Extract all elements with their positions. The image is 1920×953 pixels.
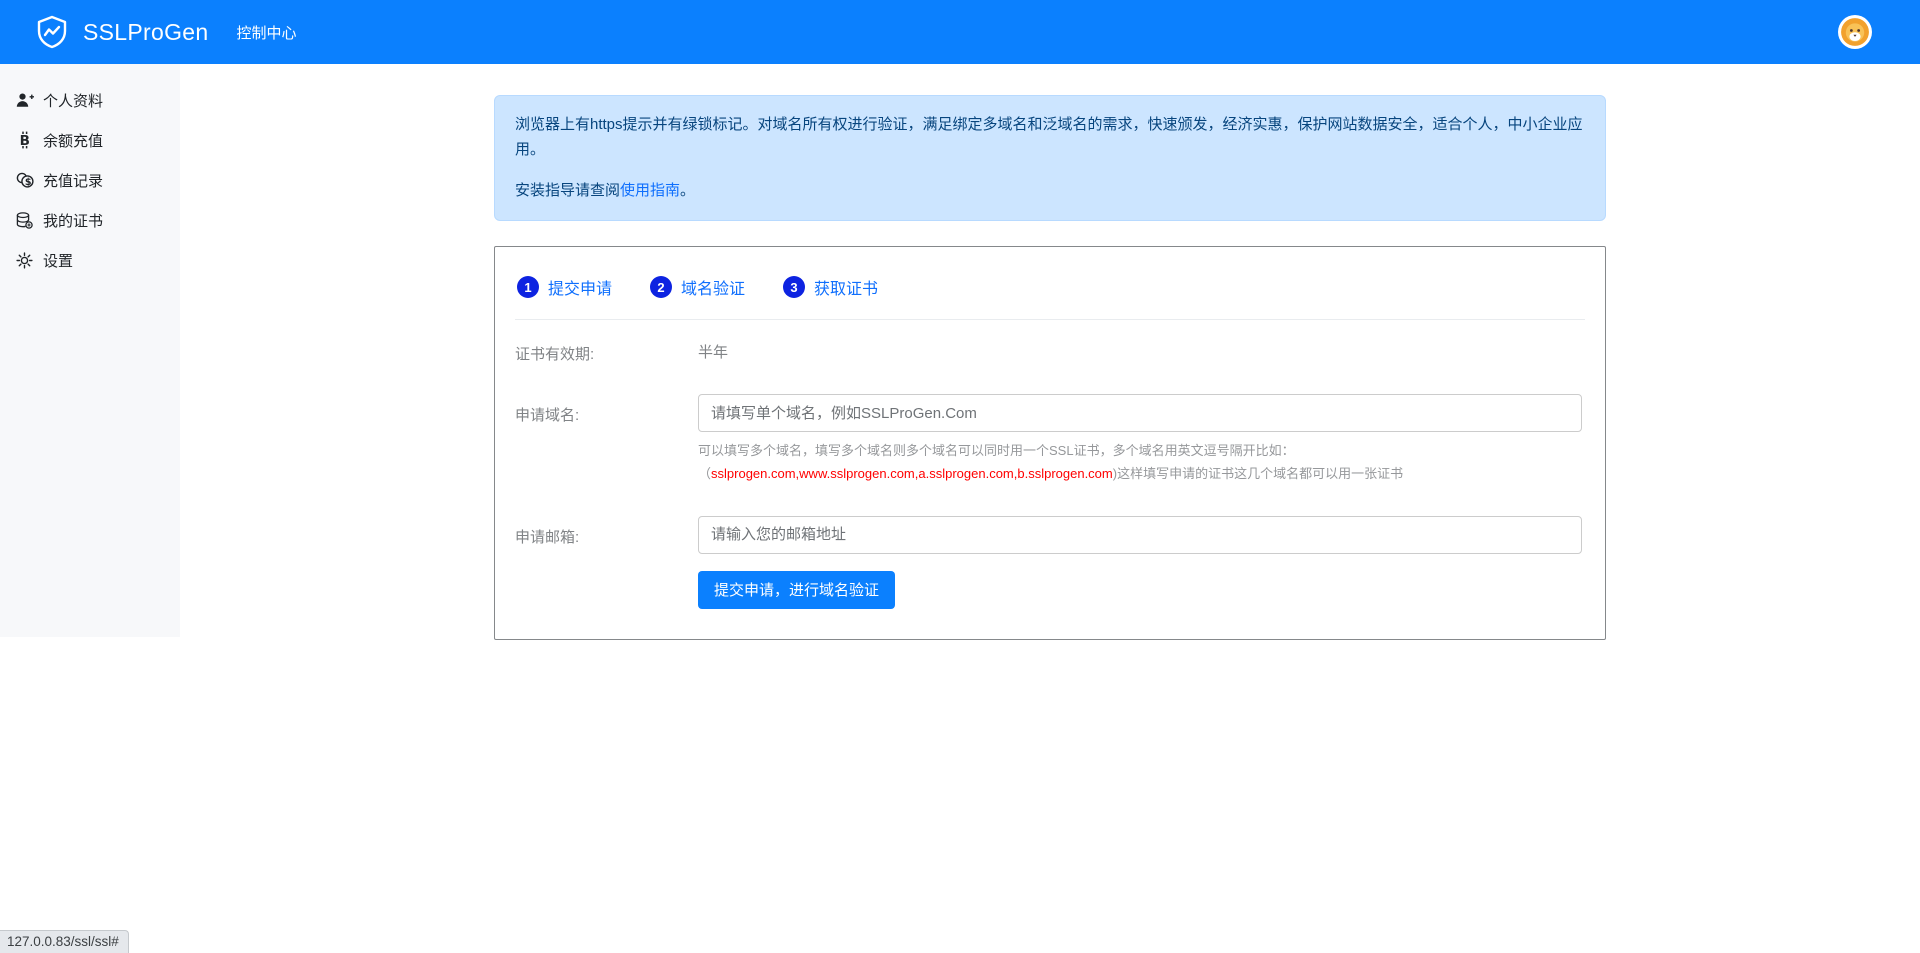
domain-field-col: 可以填写多个域名，填写多个域名则多个域名可以同时用一个SSL证书，多个域名用英文… [698,394,1582,485]
sidebar-item-label: 余额充值 [43,130,103,151]
sidebar-item-label: 充值记录 [43,170,103,191]
step-2-label: 域名验证 [681,275,745,299]
domain-input[interactable] [698,394,1582,432]
main-area: 浏览器上有https提示并有绿锁标记。对域名所有权进行验证，满足绑定多域名和泛域… [180,64,1920,640]
email-label: 申请邮箱: [515,516,698,547]
user-avatar[interactable] [1838,15,1872,49]
alert-paragraph: 浏览器上有https提示并有绿锁标记。对域名所有权进行验证，满足绑定多域名和泛域… [515,113,1585,163]
domain-help-example: sslprogen.com,www.sslprogen.com,a.sslpro… [711,466,1113,481]
domain-label: 申请域名: [515,394,698,425]
sidebar-item-my-certificates[interactable]: 我的证书 [0,200,180,240]
sidebar-item-label: 个人资料 [43,90,103,111]
step-submit-application[interactable]: 1 提交申请 [517,275,612,299]
step-3-badge: 3 [783,276,805,298]
submit-application-button[interactable]: 提交申请，进行域名验证 [698,571,895,609]
status-url: 127.0.0.83/ssl/ssl# [0,930,129,953]
top-navbar: SSLProGen 控制中心 [0,0,1920,64]
wizard-steps: 1 提交申请 2 域名验证 3 获取证书 [515,267,1585,299]
gear-icon [15,251,34,269]
steps-divider [515,319,1585,320]
alert-guide-prefix: 安装指导请查阅 [515,182,620,199]
email-field-col [698,516,1582,554]
sidebar-item-profile[interactable]: 个人资料 [0,80,180,120]
alert-guide-suffix: 。 [680,182,695,199]
apply-form: 证书有效期: 半年 申请域名: 可以填写多个域名，填写多个域名则多个域名可以同时… [515,341,1585,608]
usage-guide-link[interactable]: 使用指南 [620,182,680,199]
content-container: 浏览器上有https提示并有绿锁标记。对域名所有权进行验证，满足绑定多域名和泛域… [494,64,1606,640]
sidebar-item-label: 我的证书 [43,210,103,231]
shield-pulse-icon [34,14,70,50]
sidebar-item-settings[interactable]: 设置 [0,240,180,280]
bitcoin-icon: B [15,131,34,149]
info-alert: 浏览器上有https提示并有绿锁标记。对域名所有权进行验证，满足绑定多域名和泛域… [494,95,1606,221]
sidebar: 个人资料 B 余额充值 $ [0,64,180,637]
coins-icon: $ [15,171,34,189]
apply-card: 1 提交申请 2 域名验证 3 获取证书 证书有效期: [494,246,1606,640]
validity-label: 证书有效期: [515,341,698,364]
step-1-badge: 1 [517,276,539,298]
alert-paragraph: 安装指导请查阅使用指南。 [515,179,1585,204]
validity-value: 半年 [698,341,728,362]
step-get-certificate[interactable]: 3 获取证书 [783,275,878,299]
svg-text:B: B [19,133,29,149]
validity-row: 证书有效期: 半年 [515,341,1585,364]
page-layout: 个人资料 B 余额充值 $ [0,64,1920,640]
step-2-badge: 2 [650,276,672,298]
email-input[interactable] [698,516,1582,554]
domain-help-suffix: )这样填写申请的证书这几个域名都可以用一张证书 [1113,466,1403,481]
domain-help-text: 可以填写多个域名，填写多个域名则多个域名可以同时用一个SSL证书，多个域名用英文… [698,439,1582,485]
certificate-icon [15,211,34,229]
sidebar-item-recharge[interactable]: B 余额充值 [0,120,180,160]
lion-avatar-icon [1840,17,1870,47]
sidebar-item-label: 设置 [43,250,73,271]
svg-text:$: $ [24,177,31,188]
step-domain-verification[interactable]: 2 域名验证 [650,275,745,299]
nav-item-control-center[interactable]: 控制中心 [236,22,296,43]
brand[interactable]: SSLProGen [34,14,208,50]
domain-row: 申请域名: 可以填写多个域名，填写多个域名则多个域名可以同时用一个SSL证书，多… [515,394,1585,485]
step-1-label: 提交申请 [548,275,612,299]
brand-name: SSLProGen [83,19,208,46]
step-3-label: 获取证书 [814,275,878,299]
user-plus-icon [15,91,34,109]
email-row: 申请邮箱: [515,516,1585,554]
sidebar-item-recharge-records[interactable]: $ 充值记录 [0,160,180,200]
